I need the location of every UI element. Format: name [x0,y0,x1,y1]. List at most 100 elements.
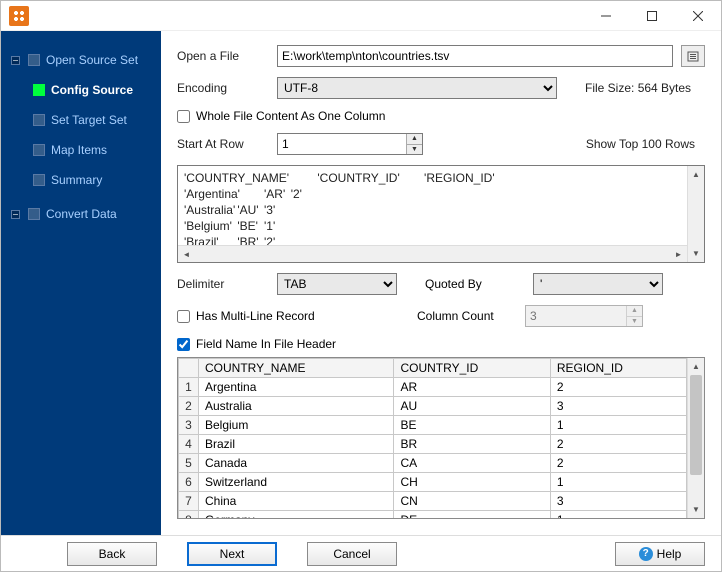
sidebar-item-config-source[interactable]: Config Source [1,75,161,105]
row-number: 7 [179,492,199,511]
file-size-label: File Size: 564 Bytes [585,81,691,95]
sidebar-item-set-target-set[interactable]: Set Target Set [1,105,161,135]
quoted-by-select[interactable]: ' [533,273,663,295]
scroll-thumb[interactable] [690,375,702,475]
spinner-down-icon: ▼ [627,317,642,327]
scroll-down-icon[interactable]: ▼ [688,501,704,518]
grid-cell[interactable]: 1 [550,511,686,520]
next-button[interactable]: Next [187,542,277,566]
grid-header[interactable]: REGION_ID [550,359,686,378]
grid-cell[interactable]: BE [394,416,550,435]
grid-vertical-scrollbar[interactable]: ▲ ▼ [687,358,704,518]
encoding-label: Encoding [177,81,269,95]
step-box-icon [33,114,45,126]
grid-cell[interactable]: 2 [550,435,686,454]
table-row[interactable]: 3BelgiumBE1 [179,416,687,435]
grid-cell[interactable]: Germany [199,511,394,520]
delimiter-select[interactable]: TAB [277,273,397,295]
minimize-button[interactable] [583,1,629,31]
grid-cell[interactable]: CA [394,454,550,473]
multi-line-checkbox-input[interactable] [177,310,190,323]
grid-corner [179,359,199,378]
grid-cell[interactable]: CH [394,473,550,492]
delimiter-label: Delimiter [177,277,269,291]
field-header-checkbox-input[interactable] [177,338,190,351]
sidebar-item-open-source-set[interactable]: Open Source Set [1,45,161,75]
cancel-button[interactable]: Cancel [307,542,397,566]
sidebar-item-label: Config Source [51,83,133,97]
preview-vertical-scrollbar[interactable]: ▲ ▼ [687,166,704,262]
step-box-icon [33,174,45,186]
whole-file-checkbox[interactable]: Whole File Content As One Column [177,109,385,123]
start-row-label: Start At Row [177,137,269,151]
grid-cell[interactable]: 1 [550,473,686,492]
grid-cell[interactable]: China [199,492,394,511]
grid-cell[interactable]: AR [394,378,550,397]
file-path-input[interactable] [277,45,673,67]
column-count-label: Column Count [417,309,517,323]
grid-cell[interactable]: Canada [199,454,394,473]
row-number: 2 [179,397,199,416]
grid-cell[interactable]: 3 [550,397,686,416]
grid-cell[interactable]: 3 [550,492,686,511]
grid-cell[interactable]: Belgium [199,416,394,435]
grid-cell[interactable]: Argentina [199,378,394,397]
field-header-checkbox[interactable]: Field Name In File Header [177,337,336,351]
maximize-button[interactable] [629,1,675,31]
spinner-down-icon[interactable]: ▼ [407,145,422,155]
scroll-left-icon[interactable]: ◄ [178,246,195,262]
sidebar-item-label: Summary [51,173,102,187]
wizard-footer: Back Next Cancel ? Help [1,535,721,571]
start-row-spinner[interactable]: ▲ ▼ [277,133,423,155]
grid-cell[interactable]: CN [394,492,550,511]
column-count-input [526,306,626,326]
whole-file-checkbox-input[interactable] [177,110,190,123]
grid-cell[interactable]: DE [394,511,550,520]
field-header-checkbox-label: Field Name In File Header [196,337,336,351]
preview-horizontal-scrollbar[interactable]: ◄ ► [178,245,687,262]
scroll-up-icon[interactable]: ▲ [688,358,704,375]
table-row[interactable]: 6SwitzerlandCH1 [179,473,687,492]
grid-cell[interactable]: AU [394,397,550,416]
sidebar-item-summary[interactable]: Summary [1,165,161,195]
scroll-up-icon[interactable]: ▲ [688,166,704,183]
table-row[interactable]: 5CanadaCA2 [179,454,687,473]
start-row-input[interactable] [278,134,406,154]
sidebar-item-convert-data[interactable]: Convert Data [1,199,161,229]
encoding-select[interactable]: UTF-8 [277,77,557,99]
sidebar-item-label: Set Target Set [51,113,127,127]
table-row[interactable]: 2AustraliaAU3 [179,397,687,416]
row-number: 5 [179,454,199,473]
grid-cell[interactable]: 2 [550,378,686,397]
row-number: 4 [179,435,199,454]
multi-line-checkbox-label: Has Multi-Line Record [196,309,315,323]
grid-cell[interactable]: 2 [550,454,686,473]
data-grid: COUNTRY_NAMECOUNTRY_IDREGION_ID 1Argenti… [177,357,705,519]
scroll-down-icon[interactable]: ▼ [688,245,704,262]
table-row[interactable]: 7ChinaCN3 [179,492,687,511]
table-row[interactable]: 8GermanyDE1 [179,511,687,520]
scroll-right-icon[interactable]: ► [670,246,687,262]
open-file-label: Open a File [177,49,269,63]
back-button[interactable]: Back [67,542,157,566]
grid-header[interactable]: COUNTRY_NAME [199,359,394,378]
grid-cell[interactable]: 1 [550,416,686,435]
table-row[interactable]: 1ArgentinaAR2 [179,378,687,397]
grid-cell[interactable]: Switzerland [199,473,394,492]
grid-cell[interactable]: BR [394,435,550,454]
table-row[interactable]: 4BrazilBR2 [179,435,687,454]
spinner-up-icon[interactable]: ▲ [407,134,422,145]
wizard-sidebar: Open Source Set Config Source Set Target… [1,31,161,535]
row-number: 3 [179,416,199,435]
row-number: 8 [179,511,199,520]
show-top-rows-label: Show Top 100 Rows [586,137,695,151]
help-icon: ? [639,547,653,561]
grid-cell[interactable]: Australia [199,397,394,416]
grid-header[interactable]: COUNTRY_ID [394,359,550,378]
multi-line-checkbox[interactable]: Has Multi-Line Record [177,309,389,323]
sidebar-item-map-items[interactable]: Map Items [1,135,161,165]
close-button[interactable] [675,1,721,31]
grid-cell[interactable]: Brazil [199,435,394,454]
help-button[interactable]: ? Help [615,542,705,566]
browse-file-button[interactable] [681,45,705,67]
